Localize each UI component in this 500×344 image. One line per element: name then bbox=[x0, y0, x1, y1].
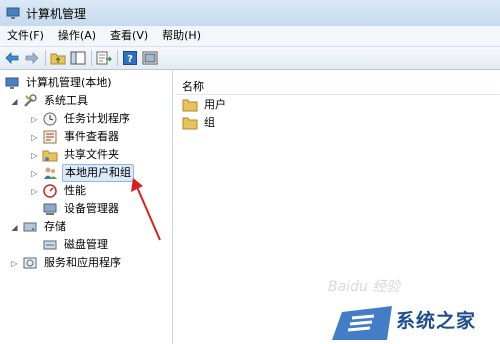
back-button[interactable] bbox=[4, 50, 20, 66]
help-icon: ? bbox=[123, 51, 137, 65]
collapsed-icon[interactable]: ▷ bbox=[30, 115, 39, 124]
computer-management-icon bbox=[6, 7, 20, 19]
collapsed-icon[interactable]: ▷ bbox=[30, 151, 39, 160]
tree-node-local-users-groups[interactable]: ▷ 本地用户和组 bbox=[30, 164, 134, 182]
show-hide-tree-button[interactable] bbox=[70, 50, 86, 66]
tree-node-system-tools[interactable]: ◢ 系统工具 bbox=[10, 92, 90, 110]
tree-label-task-scheduler: 任务计划程序 bbox=[64, 112, 130, 125]
tree-node-services-apps[interactable]: ▷ 服务和应用程序 bbox=[10, 254, 123, 272]
tree-node-device-manager[interactable]: 设备管理器 bbox=[42, 200, 121, 218]
forward-button[interactable] bbox=[24, 50, 40, 66]
services-icon bbox=[22, 255, 38, 271]
toolbar: ? bbox=[0, 47, 500, 70]
folder-icon bbox=[182, 97, 198, 113]
system-tools-icon bbox=[22, 93, 38, 109]
export-list-icon bbox=[96, 51, 112, 65]
disk-management-icon bbox=[42, 237, 58, 253]
shared-folder-icon bbox=[42, 147, 58, 163]
help-button[interactable]: ? bbox=[122, 50, 138, 66]
tree-label-storage: 存储 bbox=[44, 220, 66, 233]
watermark-faint-text: Baidu 经验 bbox=[328, 279, 401, 295]
menu-file[interactable]: 文件(F) bbox=[0, 26, 51, 46]
properties-pane-icon bbox=[142, 51, 158, 65]
tree-node-shared-folders[interactable]: ▷ 共享文件夹 bbox=[30, 146, 121, 164]
list-item-users[interactable]: 用户 bbox=[182, 96, 228, 114]
tree-node-task-scheduler[interactable]: ▷ 任务计划程序 bbox=[30, 110, 132, 128]
users-icon bbox=[42, 165, 58, 181]
watermark-text: 系统之家 bbox=[396, 310, 477, 332]
tree-label-root: 计算机管理(本地) bbox=[26, 76, 112, 89]
toolbar-separator bbox=[45, 50, 46, 66]
tree-node-performance[interactable]: ▷ 性能 bbox=[30, 182, 88, 200]
menu-action[interactable]: 操作(A) bbox=[51, 26, 103, 46]
tree-label-disk-management: 磁盘管理 bbox=[64, 238, 108, 251]
toolbar-separator bbox=[91, 50, 92, 66]
tree-label-services-apps: 服务和应用程序 bbox=[44, 256, 121, 269]
clock-icon bbox=[42, 111, 58, 127]
tree-label-device-manager: 设备管理器 bbox=[64, 202, 119, 215]
tree-label-shared-folders: 共享文件夹 bbox=[64, 148, 119, 161]
tree-node-disk-management[interactable]: 磁盘管理 bbox=[42, 236, 110, 254]
list-item-groups[interactable]: 组 bbox=[182, 114, 217, 132]
column-header-name[interactable]: 名称 bbox=[176, 74, 500, 95]
title-bar: 计算机管理 bbox=[0, 0, 500, 27]
menu-bar: 文件(F) 操作(A) 查看(V) 帮助(H) bbox=[0, 26, 500, 47]
event-viewer-icon bbox=[42, 129, 58, 145]
computer-management-icon bbox=[4, 75, 20, 91]
svg-text:?: ? bbox=[127, 54, 133, 65]
folder-icon bbox=[182, 115, 198, 131]
tree-node-event-viewer[interactable]: ▷ 事件查看器 bbox=[30, 128, 121, 146]
tree-label-system-tools: 系统工具 bbox=[44, 94, 88, 107]
up-level-button[interactable] bbox=[50, 50, 66, 66]
expanded-icon[interactable]: ◢ bbox=[10, 97, 19, 106]
forward-arrow-icon bbox=[25, 52, 39, 64]
menu-help[interactable]: 帮助(H) bbox=[155, 26, 208, 46]
list-item-label: 组 bbox=[204, 116, 215, 129]
menu-view[interactable]: 查看(V) bbox=[103, 26, 155, 46]
console-tree-icon bbox=[70, 51, 86, 65]
export-list-button[interactable] bbox=[96, 50, 112, 66]
collapsed-icon[interactable]: ▷ bbox=[30, 187, 39, 196]
column-header-label: 名称 bbox=[182, 80, 204, 93]
toolbar-separator bbox=[117, 50, 118, 66]
device-manager-icon bbox=[42, 201, 58, 217]
collapsed-icon[interactable]: ▷ bbox=[30, 169, 39, 178]
storage-icon bbox=[22, 219, 38, 235]
tree-label-event-viewer: 事件查看器 bbox=[64, 130, 119, 143]
tree-label-local-users-groups: 本地用户和组 bbox=[62, 164, 134, 182]
tree-node-root[interactable]: 计算机管理(本地) bbox=[4, 74, 114, 92]
tree-label-performance: 性能 bbox=[64, 184, 86, 197]
window-title: 计算机管理 bbox=[26, 6, 87, 21]
expanded-icon[interactable]: ◢ bbox=[10, 223, 19, 232]
back-arrow-icon bbox=[5, 52, 19, 64]
collapsed-icon[interactable]: ▷ bbox=[10, 259, 19, 268]
console-tree-pane: 计算机管理(本地) ◢ 系统工具 ▷ 任务计划程序 ▷ 事件查看器 ▷ 共享文件… bbox=[0, 70, 173, 344]
performance-icon bbox=[42, 183, 58, 199]
properties-button[interactable] bbox=[142, 50, 158, 66]
collapsed-icon[interactable]: ▷ bbox=[30, 133, 39, 142]
folder-up-icon bbox=[50, 53, 66, 65]
tree-node-storage[interactable]: ◢ 存储 bbox=[10, 218, 68, 236]
list-item-label: 用户 bbox=[204, 98, 226, 111]
